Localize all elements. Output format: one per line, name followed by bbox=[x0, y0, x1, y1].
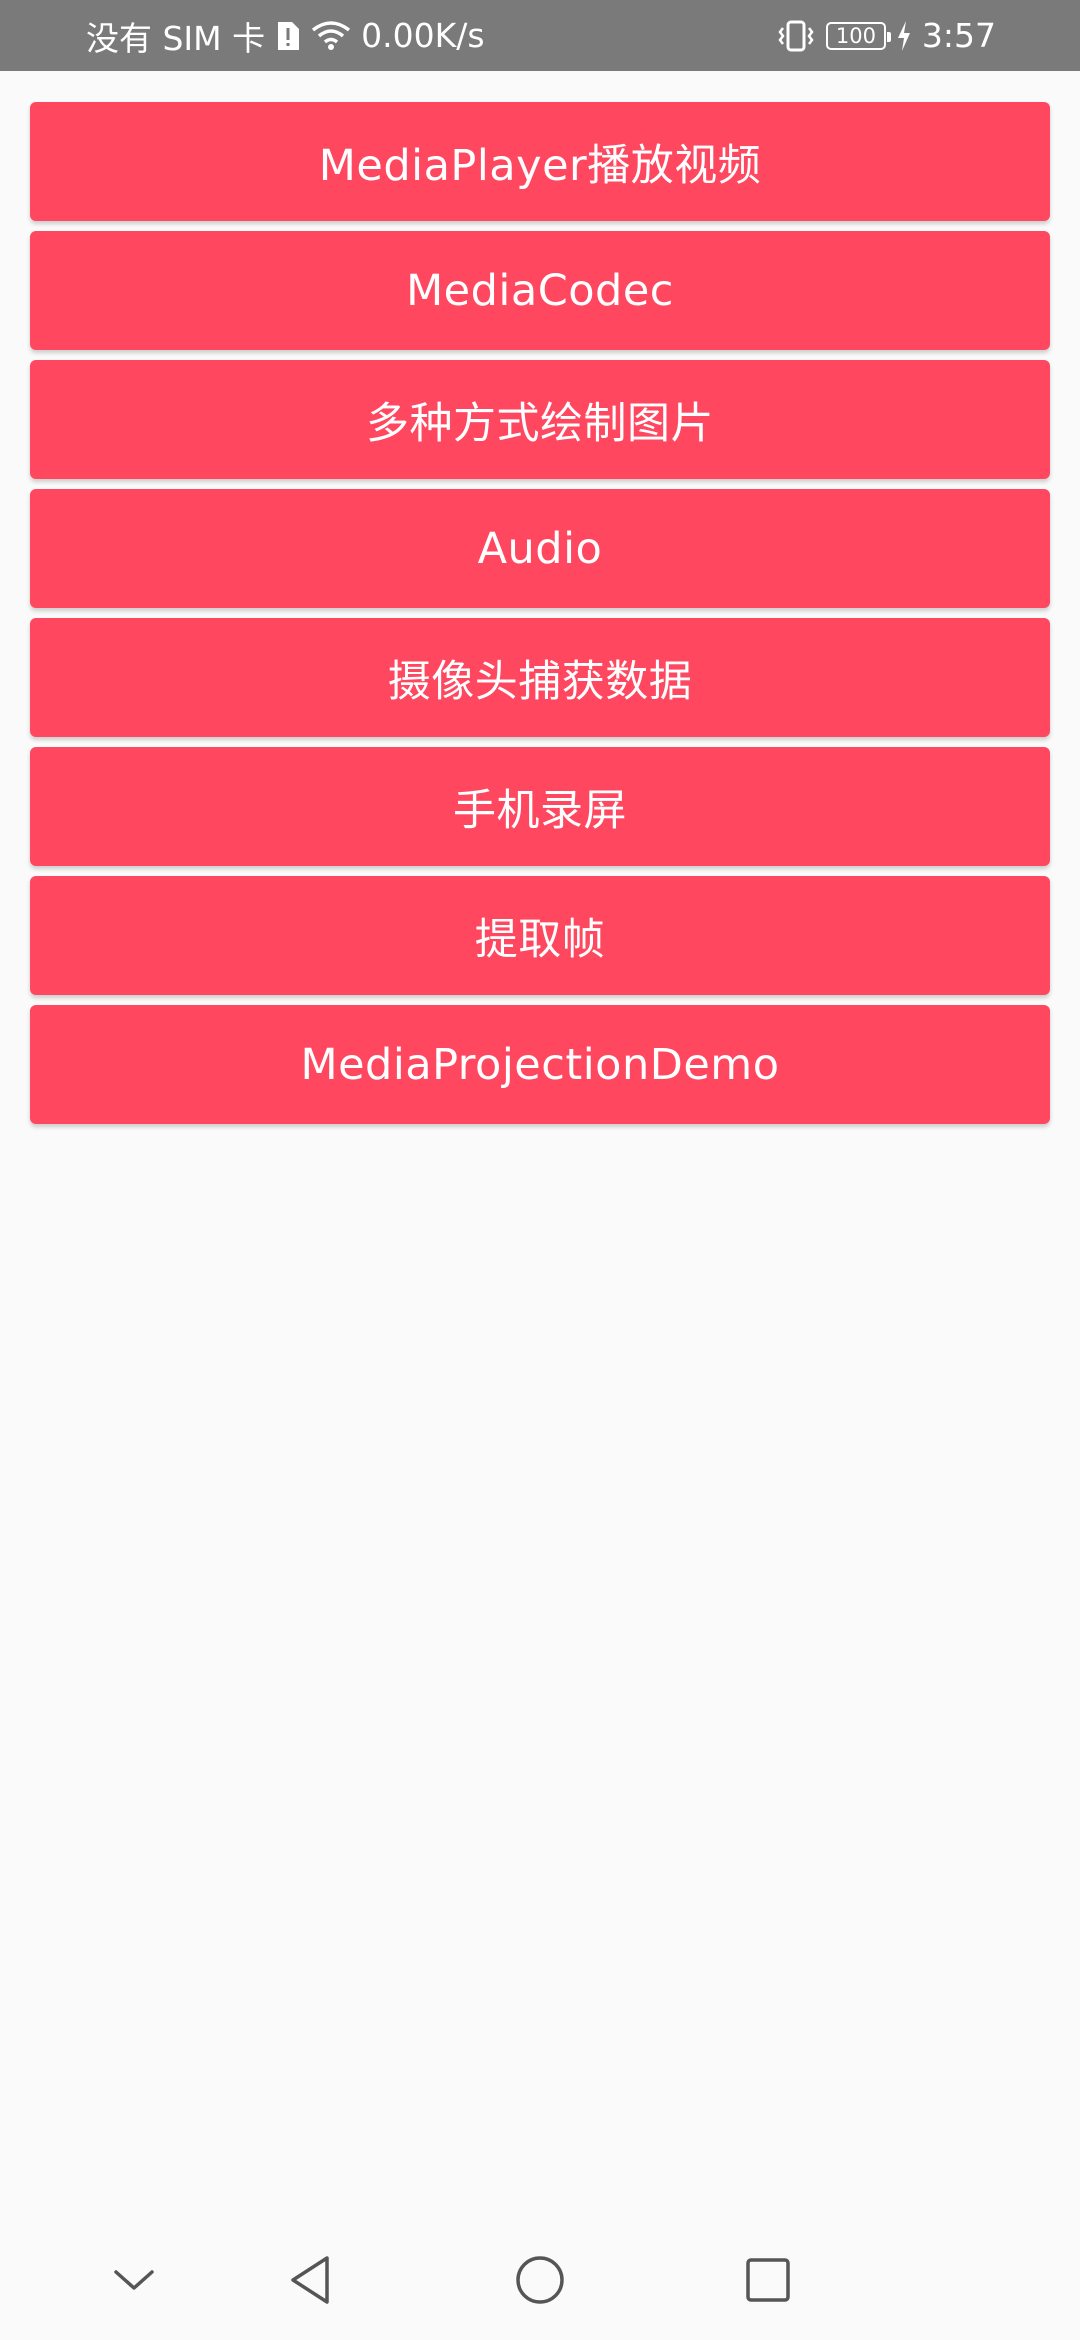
home-icon[interactable] bbox=[480, 2220, 600, 2340]
navigation-bar bbox=[0, 2220, 1080, 2340]
hide-keyboard-icon[interactable] bbox=[74, 2220, 194, 2340]
vibrate-icon bbox=[776, 19, 816, 53]
extract-frame-button[interactable]: 提取帧 bbox=[30, 876, 1050, 995]
button-label: 多种方式绘制图片 bbox=[366, 398, 714, 449]
button-label: 手机录屏 bbox=[453, 785, 627, 836]
clock: 3:57 bbox=[921, 16, 996, 55]
camera-capture-button[interactable]: 摄像头捕获数据 bbox=[30, 618, 1050, 737]
button-label: MediaCodec bbox=[406, 265, 674, 316]
back-icon[interactable] bbox=[250, 2220, 370, 2340]
network-speed: 0.00K/s bbox=[361, 16, 485, 55]
button-label: 提取帧 bbox=[474, 914, 606, 965]
button-label: 摄像头捕获数据 bbox=[387, 656, 693, 707]
wifi-icon bbox=[311, 20, 351, 52]
media-projection-demo-button[interactable]: MediaProjectionDemo bbox=[30, 1005, 1050, 1124]
sim-alert-icon bbox=[275, 20, 301, 52]
recents-icon[interactable] bbox=[708, 2220, 828, 2340]
battery-level: 100 bbox=[835, 23, 876, 48]
draw-image-button[interactable]: 多种方式绘制图片 bbox=[30, 360, 1050, 479]
button-label: MediaProjectionDemo bbox=[300, 1039, 780, 1090]
button-label: Audio bbox=[477, 523, 603, 574]
status-bar: 没有 SIM 卡 0.00K/s 100 3:57 bbox=[0, 0, 1080, 71]
status-bar-left: 没有 SIM 卡 0.00K/s bbox=[86, 0, 485, 71]
carrier-text: 没有 SIM 卡 bbox=[86, 18, 266, 58]
audio-button[interactable]: Audio bbox=[30, 489, 1050, 608]
charging-icon bbox=[896, 20, 912, 52]
mediacodec-button[interactable]: MediaCodec bbox=[30, 231, 1050, 350]
battery-icon: 100 bbox=[825, 21, 891, 50]
status-bar-right: 100 3:57 bbox=[776, 0, 996, 71]
mediaplayer-video-button[interactable]: MediaPlayer播放视频 bbox=[30, 102, 1050, 221]
screen-record-button[interactable]: 手机录屏 bbox=[30, 747, 1050, 866]
button-label: MediaPlayer播放视频 bbox=[318, 140, 762, 191]
